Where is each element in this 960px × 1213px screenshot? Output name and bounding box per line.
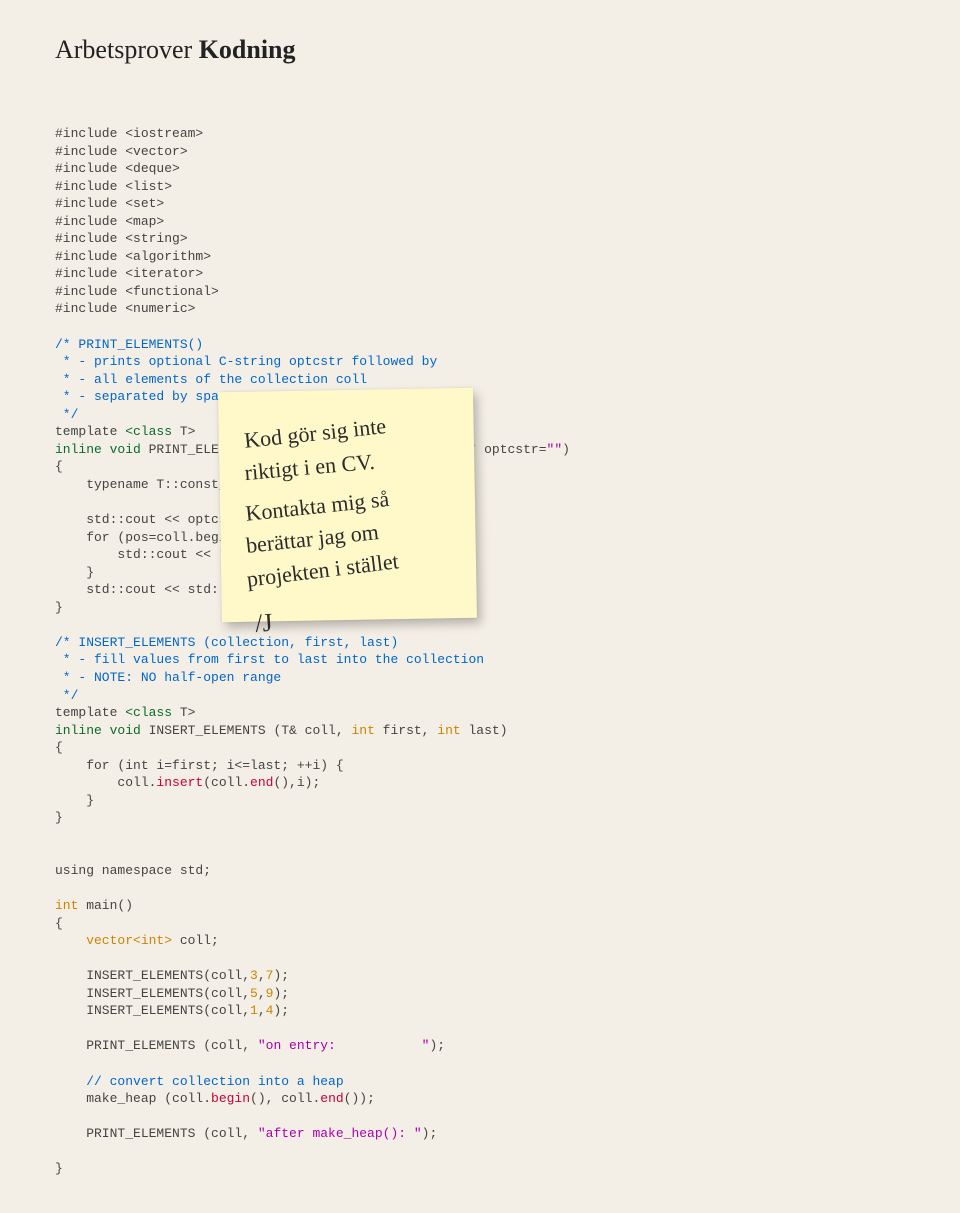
- code-line: make_heap (coll.begin(), coll.end());: [55, 1091, 375, 1106]
- code-comment: * - prints optional C-string optcstr fol…: [55, 354, 437, 369]
- code-line: #include <deque>: [55, 161, 180, 176]
- code-line: using namespace std;: [55, 863, 211, 878]
- code-line: #include <functional>: [55, 284, 219, 299]
- code-comment: */: [55, 688, 78, 703]
- page: Arbetsprover Kodning #include <iostream>…: [0, 0, 960, 1213]
- code-line: int main(): [55, 898, 133, 913]
- code-comment: // convert collection into a heap: [55, 1074, 344, 1089]
- code-line: #include <algorithm>: [55, 249, 211, 264]
- page-title: Arbetsprover Kodning: [55, 35, 905, 65]
- code-line: }: [55, 810, 63, 825]
- code-line: vector<int> coll;: [55, 933, 219, 948]
- code-line: #include <map>: [55, 214, 164, 229]
- code-line: }: [55, 600, 63, 615]
- code-line: for (int i=first; i<=last; ++i) {: [55, 758, 344, 773]
- code-line: #include <set>: [55, 196, 164, 211]
- code-comment: * - separated by spaces: [55, 389, 242, 404]
- code-comment: */: [55, 407, 78, 422]
- code-line: #include <iostream>: [55, 126, 203, 141]
- code-line: }: [55, 565, 94, 580]
- code-line: }: [55, 1161, 63, 1176]
- code-comment: /* INSERT_ELEMENTS (collection, first, l…: [55, 635, 398, 650]
- code-line: }: [55, 793, 94, 808]
- code-line: template <class T>: [55, 705, 195, 720]
- code-line: {: [55, 916, 63, 931]
- code-line: #include <vector>: [55, 144, 188, 159]
- code-line: coll.insert(coll.end(),i);: [55, 775, 320, 790]
- sticky-note: Kod gör sig inte riktigt i en CV. Kontak…: [218, 388, 477, 622]
- code-line: #include <numeric>: [55, 301, 195, 316]
- code-line: #include <iterator>: [55, 266, 203, 281]
- code-line: INSERT_ELEMENTS(coll,5,9);: [55, 986, 289, 1001]
- code-line: #include <list>: [55, 179, 172, 194]
- title-prefix: Arbetsprover: [55, 35, 199, 64]
- code-line: PRINT_ELEMENTS (coll, "on entry: ");: [55, 1038, 445, 1053]
- code-line: INSERT_ELEMENTS(coll,1,4);: [55, 1003, 289, 1018]
- code-comment: * - fill values from first to last into …: [55, 652, 484, 667]
- code-block: #include <iostream> #include <vector> #i…: [55, 125, 905, 1178]
- code-comment: * - all elements of the collection coll: [55, 372, 367, 387]
- code-line: PRINT_ELEMENTS (coll, "after make_heap()…: [55, 1126, 437, 1141]
- title-bold: Kodning: [199, 35, 296, 64]
- code-line: inline void INSERT_ELEMENTS (T& coll, in…: [55, 723, 508, 738]
- code-line: template <class T>: [55, 424, 195, 439]
- code-comment: * - NOTE: NO half-open range: [55, 670, 281, 685]
- code-comment: /* PRINT_ELEMENTS(): [55, 337, 203, 352]
- code-line: INSERT_ELEMENTS(coll,3,7);: [55, 968, 289, 983]
- code-line: {: [55, 740, 63, 755]
- code-line: {: [55, 459, 63, 474]
- code-line: #include <string>: [55, 231, 188, 246]
